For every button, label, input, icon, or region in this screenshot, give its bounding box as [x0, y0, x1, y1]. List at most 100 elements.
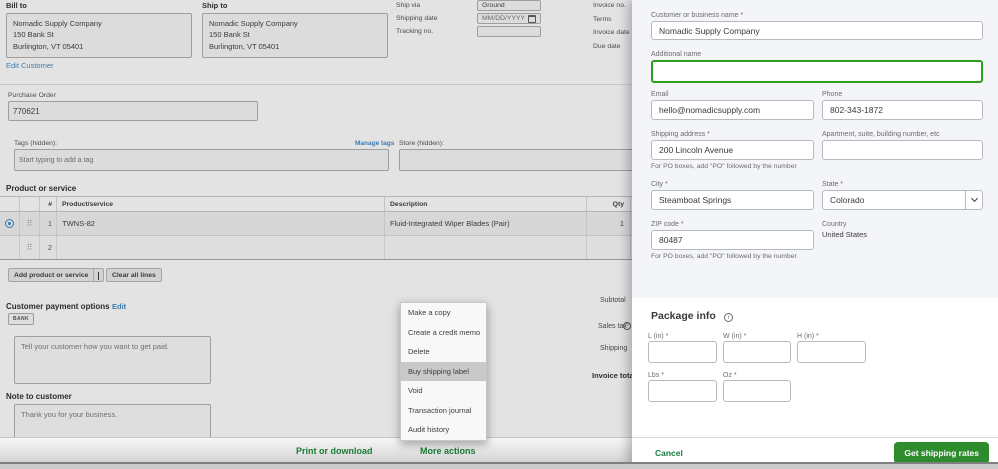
width-input[interactable]	[723, 341, 791, 363]
chevron-down-icon	[970, 194, 979, 203]
height-input[interactable]	[797, 341, 866, 363]
due-date-label: Due date	[593, 43, 621, 50]
calendar-icon[interactable]	[528, 14, 536, 23]
product-section-title: Product or service	[6, 184, 77, 193]
purchase-order-field[interactable]: 770621	[8, 101, 258, 121]
city-input[interactable]: Steamboat Springs	[651, 190, 814, 210]
table-row[interactable]: ⠿ 2	[0, 236, 662, 260]
add-product-label: Add product or service	[14, 271, 89, 279]
drag-handle-icon[interactable]: ⠿	[20, 212, 40, 235]
ship-to-field[interactable]: Nomadic Supply Company 150 Bank St Burli…	[202, 13, 388, 58]
bullseye-icon	[5, 219, 14, 228]
note-textarea[interactable]: Thank you for your business.	[14, 404, 211, 439]
get-shipping-rates-button[interactable]: Get shipping rates	[894, 442, 989, 464]
phone-input[interactable]: 802-343-1872	[822, 100, 983, 120]
print-or-download-button[interactable]: Print or download	[296, 446, 373, 456]
customer-name-input[interactable]: Nomadic Supply Company	[651, 21, 983, 40]
col-header-num: #	[40, 197, 57, 211]
qty-cell[interactable]	[587, 236, 631, 259]
apartment-input[interactable]	[822, 140, 983, 160]
shipping-date-label: Shipping date	[396, 15, 438, 22]
shipping-label: Shipping	[600, 345, 628, 352]
product-cell[interactable]	[57, 236, 385, 259]
qty-cell[interactable]: 1	[587, 212, 631, 235]
header-spacer-target	[0, 197, 20, 211]
oz-input[interactable]	[723, 380, 791, 402]
country-label: Country	[822, 221, 847, 228]
oz-label: Oz *	[723, 372, 737, 379]
add-product-button[interactable]: Add product or service	[8, 268, 105, 282]
purchase-order-label: Purchase Order	[8, 92, 56, 99]
shipping-date-field[interactable]: MM/DD/YYYY	[477, 13, 541, 24]
package-info-title: Package info	[651, 310, 716, 322]
note-title: Note to customer	[6, 392, 72, 401]
shipping-address-label: Shipping address *	[651, 131, 710, 138]
state-label: State *	[822, 181, 844, 188]
clear-all-lines-button[interactable]: Clear all lines	[106, 268, 162, 282]
description-cell[interactable]	[385, 236, 587, 259]
subtotal-label: Subtotal	[600, 297, 626, 304]
lbs-input[interactable]	[648, 380, 717, 402]
cancel-button[interactable]: Cancel	[655, 448, 683, 458]
menu-item-delete[interactable]: Delete	[401, 342, 486, 362]
tracking-no-field[interactable]	[477, 26, 541, 37]
product-cell[interactable]: TWNS-82	[57, 212, 385, 235]
edit-customer-link[interactable]: Edit Customer	[6, 61, 54, 70]
additional-name-input[interactable]	[651, 60, 983, 83]
invoice-no-label: Invoice no.	[593, 2, 626, 9]
zip-input[interactable]: 80487	[651, 230, 814, 250]
table-row[interactable]: ⠿ 1 TWNS-82 Fluid-Integrated Wiper Blade…	[0, 212, 662, 236]
table-header-row: # Product/service Description Qty	[0, 196, 662, 212]
width-label: W (in) *	[723, 333, 747, 340]
sales-tax-help-icon[interactable]: ?	[623, 322, 631, 330]
menu-item-buy-shipping-label[interactable]: Buy shipping label	[401, 361, 486, 381]
menu-item-audit-history[interactable]: Audit history	[401, 420, 486, 440]
length-input[interactable]	[648, 341, 717, 363]
col-header-qty: Qty	[587, 197, 631, 211]
tags-placeholder: Start typing to add a tag	[19, 156, 94, 164]
payment-edit-link[interactable]: Edit	[112, 302, 126, 311]
lbs-label: Lbs *	[648, 372, 664, 379]
clear-all-lines-label: Clear all lines	[112, 271, 156, 279]
row-number: 2	[40, 236, 57, 259]
manage-tags-link[interactable]: Manage tags	[355, 140, 394, 147]
menu-item-create-credit-memo[interactable]: Create a credit memo	[401, 323, 486, 343]
invoice-total-label: Invoice total	[592, 371, 636, 380]
zip-label: ZIP code *	[651, 221, 684, 228]
col-header-product: Product/service	[57, 197, 385, 211]
address-helper-text: For PO boxes, add "PO" followed by the n…	[651, 163, 797, 170]
header-spacer-drag	[20, 197, 40, 211]
menu-item-void[interactable]: Void	[401, 381, 486, 401]
drag-handle-icon[interactable]: ⠿	[20, 236, 40, 259]
payment-options-title: Customer payment options	[6, 302, 110, 311]
chevron-down-icon[interactable]	[94, 271, 103, 280]
invoice-date-label: Invoice date	[593, 29, 630, 36]
bill-to-field[interactable]: Nomadic Supply Company 150 Bank St Burli…	[6, 13, 192, 58]
col-header-description: Description	[385, 197, 587, 211]
apartment-label: Apartment, suite, building number, etc	[822, 131, 940, 138]
terms-label: Terms	[593, 16, 612, 23]
ship-to-label: Ship to	[202, 1, 228, 10]
menu-item-make-a-copy[interactable]: Make a copy	[401, 303, 486, 323]
shipping-address-input[interactable]: 200 Lincoln Avenue	[651, 140, 814, 160]
ship-via-label: Ship via	[396, 2, 421, 9]
tags-input[interactable]: Start typing to add a tag	[14, 149, 389, 171]
store-field[interactable]	[399, 149, 649, 171]
phone-label: Phone	[822, 91, 843, 98]
bank-badge: BANK	[8, 313, 35, 325]
store-label: Store (hidden):	[399, 140, 444, 147]
state-select[interactable]: Colorado	[822, 190, 983, 210]
additional-name-label: Additional name	[651, 51, 702, 58]
email-label: Email	[651, 91, 669, 98]
email-input[interactable]: hello@nomadicsupply.com	[651, 100, 814, 120]
more-actions-button[interactable]: More actions	[420, 446, 476, 456]
menu-item-transaction-journal[interactable]: Transaction journal	[401, 401, 486, 421]
tags-label: Tags (hidden):	[14, 140, 58, 147]
ship-via-field[interactable]: Ground	[477, 0, 541, 11]
description-cell[interactable]: Fluid-Integrated Wiper Blades (Pair)	[385, 212, 587, 235]
city-label: City *	[651, 181, 668, 188]
height-label: H (in) *	[797, 333, 819, 340]
row-number: 1	[40, 212, 57, 235]
info-icon[interactable]: i	[724, 313, 733, 322]
payment-message-textarea[interactable]: Tell your customer how you want to get p…	[14, 336, 211, 384]
